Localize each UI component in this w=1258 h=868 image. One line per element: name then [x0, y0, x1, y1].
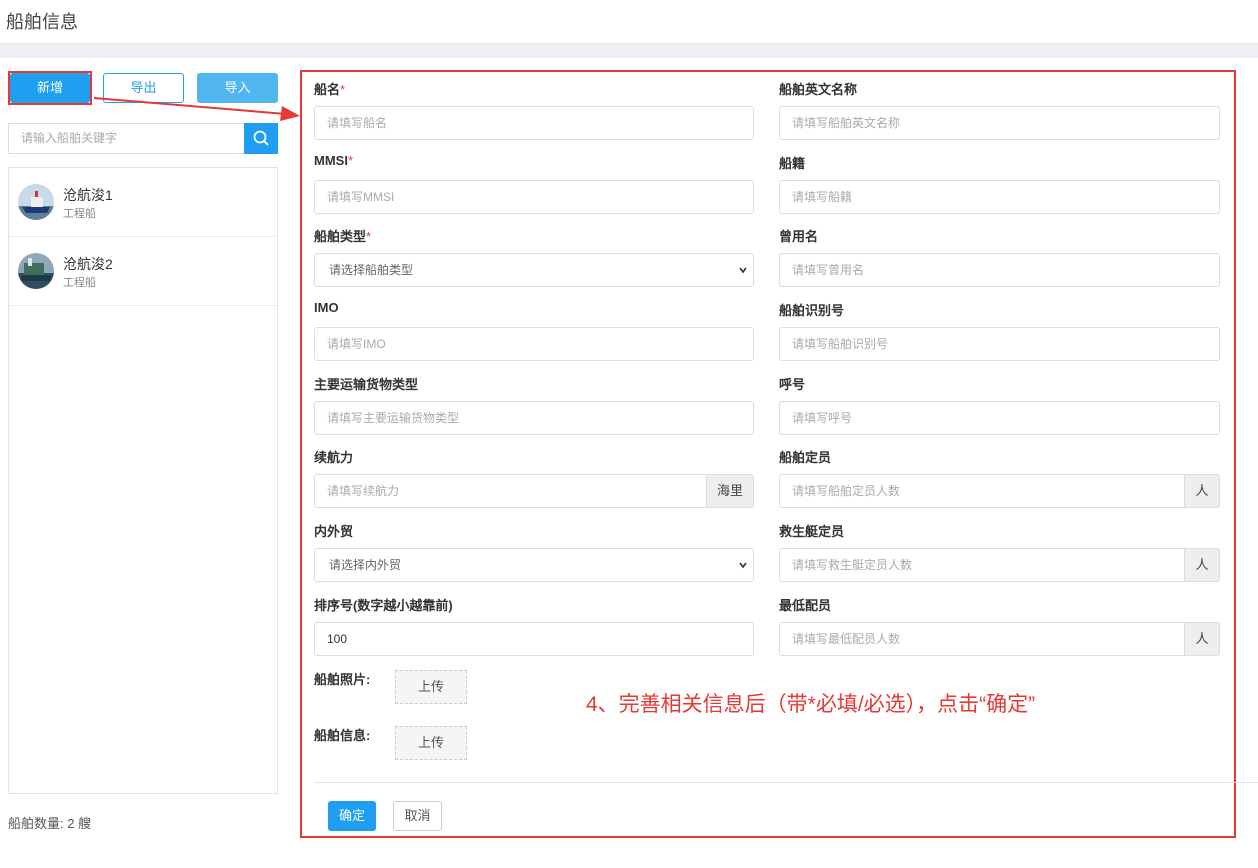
- english-name-label: 船舶英文名称: [779, 82, 858, 97]
- ship-list-item[interactable]: 沧航浚2 工程船: [9, 237, 277, 306]
- imo-label: IMO: [314, 300, 339, 315]
- ship-type-select[interactable]: 请选择船舶类型: [314, 253, 754, 287]
- former-name-label: 曾用名: [779, 229, 819, 244]
- ship-name-input[interactable]: 请填写船名: [314, 106, 754, 140]
- callout-arrow: [93, 97, 300, 121]
- ship-type: 工程船: [63, 208, 96, 220]
- cargo-type-input[interactable]: 请填写主要运输货物类型: [314, 401, 754, 435]
- lifeboat-label: 救生艇定员: [779, 524, 845, 539]
- mmsi-label: MMSI*: [314, 153, 354, 168]
- min-crew-input[interactable]: 请填写最低配员人数: [779, 622, 1185, 656]
- ship-list-item[interactable]: 沧航浚1 工程船: [9, 168, 277, 237]
- search-input[interactable]: 请输入船舶关键字: [8, 123, 245, 154]
- header-divider-band: [0, 44, 1258, 58]
- page-header: 船舶信息: [0, 0, 1258, 44]
- endurance-label: 续航力: [314, 450, 354, 465]
- call-sign-input[interactable]: 请填写呼号: [779, 401, 1220, 435]
- imo-input[interactable]: 请填写IMO: [314, 327, 754, 361]
- endurance-unit: 海里: [706, 474, 754, 508]
- ship-name: 沧航浚2: [63, 256, 113, 272]
- ship-type: 工程船: [63, 277, 96, 289]
- min-crew-unit: 人: [1184, 622, 1220, 656]
- info-label: 船舶信息:: [314, 728, 371, 743]
- nationality-label: 船籍: [779, 156, 806, 171]
- crew-quota-unit: 人: [1184, 474, 1220, 508]
- identification-input[interactable]: 请填写船舶识别号: [779, 327, 1220, 361]
- photo-upload-button[interactable]: 上传: [395, 670, 467, 704]
- endurance-input[interactable]: 请填写续航力: [314, 474, 707, 508]
- search-icon: [253, 130, 269, 146]
- page-title: 船舶信息: [6, 12, 78, 32]
- cancel-button[interactable]: 取消: [393, 801, 442, 831]
- crew-quota-input[interactable]: 请填写船舶定员人数: [779, 474, 1185, 508]
- confirm-button[interactable]: 确定: [328, 801, 376, 831]
- ship-type-select-value: 请选择船舶类型: [329, 263, 414, 277]
- form-footer-divider: [314, 782, 1258, 783]
- trade-select-value: 请选择内外贸: [329, 558, 402, 572]
- trade-label: 内外贸: [314, 524, 354, 539]
- identification-label: 船舶识别号: [779, 303, 845, 318]
- sort-order-label: 排序号(数字越小越靠前): [314, 598, 453, 613]
- english-name-input[interactable]: 请填写船舶英文名称: [779, 106, 1220, 140]
- ship-type-label: 船舶类型*: [314, 229, 372, 244]
- instruction-annotation: 4、完善相关信息后（带*必填/必选），点击“确定”: [586, 693, 1036, 716]
- trade-select[interactable]: 请选择内外贸: [314, 548, 754, 582]
- photo-label: 船舶照片:: [314, 672, 371, 687]
- sort-order-input[interactable]: 100: [314, 622, 754, 656]
- crew-quota-label: 船舶定员: [779, 450, 832, 465]
- chevron-down-icon: [739, 562, 747, 569]
- search-button[interactable]: [244, 123, 278, 154]
- nationality-input[interactable]: 请填写船籍: [779, 180, 1220, 214]
- chevron-down-icon: [739, 267, 747, 274]
- info-upload-button[interactable]: 上传: [395, 726, 467, 760]
- ship-name: 沧航浚1: [63, 187, 113, 203]
- call-sign-label: 呼号: [779, 377, 806, 392]
- ship-list: 沧航浚1 工程船 沧航浚2 工程船: [8, 167, 278, 794]
- mmsi-input[interactable]: 请填写MMSI: [314, 180, 754, 214]
- former-name-input[interactable]: 请填写曾用名: [779, 253, 1220, 287]
- lifeboat-unit: 人: [1184, 548, 1220, 582]
- ship-name-label: 船名*: [314, 82, 346, 97]
- min-crew-label: 最低配员: [779, 598, 832, 613]
- cargo-type-label: 主要运输货物类型: [314, 377, 419, 392]
- ship-count: 船舶数量: 2 艘: [8, 816, 92, 831]
- ship-avatar: [18, 253, 54, 289]
- ship-avatar: [18, 184, 54, 220]
- lifeboat-input[interactable]: 请填写救生艇定员人数: [779, 548, 1185, 582]
- add-button[interactable]: 新增: [10, 73, 90, 103]
